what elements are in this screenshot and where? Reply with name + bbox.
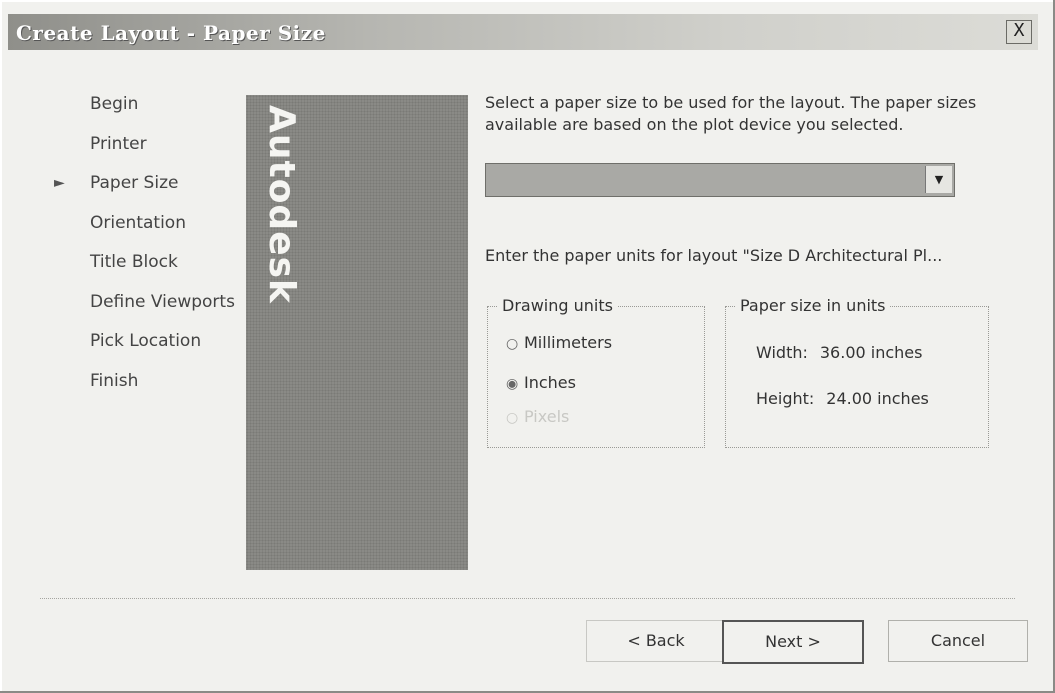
step-pick-location: Pick Location bbox=[90, 331, 202, 351]
cancel-button[interactable]: Cancel bbox=[888, 620, 1028, 662]
units-prompt: Enter the paper units for layout "Size D… bbox=[485, 246, 943, 265]
step-printer: Printer bbox=[90, 133, 147, 154]
step-paper-size: ► Paper Size bbox=[54, 173, 179, 193]
step-title-block: Title Block bbox=[90, 252, 178, 272]
radio-unselected-icon: ○ bbox=[506, 336, 519, 352]
close-button[interactable]: X bbox=[1006, 20, 1032, 44]
radio-inches[interactable]: ◉ Inches bbox=[506, 373, 576, 392]
step-finish: Finish bbox=[90, 370, 139, 391]
step-begin: Begin bbox=[90, 94, 139, 114]
step-define-viewports: Define Viewports bbox=[90, 291, 235, 312]
paper-size-units-legend: Paper size in units bbox=[736, 296, 890, 315]
drawing-units-legend: Drawing units bbox=[498, 296, 617, 315]
wizard-steps: Begin Printer ► Paper Size Orientation Ti… bbox=[54, 94, 235, 410]
title-bar[interactable]: Create Layout - Paper Size X bbox=[8, 14, 1038, 50]
radio-millimeters[interactable]: ○ Millimeters bbox=[506, 333, 612, 352]
current-step-arrow-icon: ► bbox=[54, 175, 65, 191]
instruction-text: Select a paper size to be used for the l… bbox=[485, 93, 977, 134]
back-button[interactable]: < Back bbox=[586, 620, 726, 662]
autodesk-logo: Autodesk bbox=[261, 105, 302, 304]
create-layout-dialog: Create Layout - Paper Size X Begin Print… bbox=[0, 0, 1055, 693]
close-icon: X bbox=[1013, 20, 1025, 41]
drawing-units-group: Drawing units ○ Millimeters ◉ Inches ○ Pixe… bbox=[487, 296, 705, 448]
paper-height: Height: 24.00 inches bbox=[756, 389, 929, 408]
paper-width: Width: 36.00 inches bbox=[756, 343, 923, 362]
step-orientation: Orientation bbox=[90, 212, 186, 233]
paper-size-units-group: Paper size in units Width: 36.00 inches H… bbox=[725, 296, 989, 448]
autodesk-banner: Autodesk bbox=[246, 95, 468, 570]
footer-divider bbox=[40, 598, 1015, 599]
paper-size-select[interactable]: ▼ bbox=[485, 163, 955, 197]
paper-height-value: 24.00 inches bbox=[826, 389, 929, 408]
radio-disabled-icon: ○ bbox=[506, 410, 519, 426]
window-title: Create Layout - Paper Size bbox=[16, 21, 326, 45]
next-button[interactable]: Next > bbox=[722, 620, 864, 664]
paper-width-value: 36.00 inches bbox=[819, 343, 923, 362]
radio-selected-icon: ◉ bbox=[506, 376, 519, 392]
dropdown-arrow-icon[interactable]: ▼ bbox=[925, 166, 952, 193]
radio-pixels: ○ Pixels bbox=[506, 407, 570, 426]
